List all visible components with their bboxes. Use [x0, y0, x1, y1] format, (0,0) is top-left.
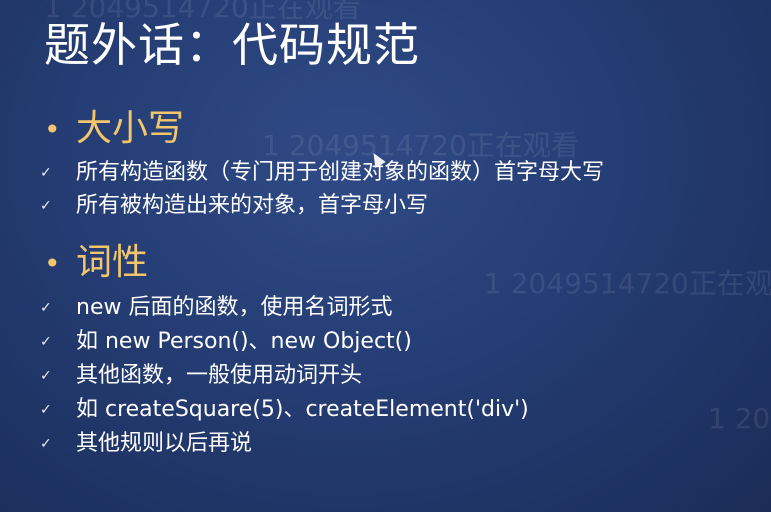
- checkmark-icon: ✓: [40, 368, 52, 384]
- checkmark-icon: ✓: [40, 402, 52, 418]
- list-item-text: 如 new Person()、new Object(): [76, 329, 412, 354]
- bullet-dot-icon: •: [44, 246, 61, 280]
- checkmark-icon: ✓: [40, 334, 52, 350]
- list-item-text: 所有被构造出来的对象，首字母小写: [76, 193, 429, 218]
- list-item: ✓ new 后面的函数，使用名词形式: [40, 289, 392, 321]
- list-item: ✓ 其他函数，一般使用动词开头: [40, 357, 362, 389]
- section-label: 大小写: [76, 108, 185, 149]
- checkmark-icon: ✓: [40, 436, 52, 452]
- presentation-slide: 1 2049514720正在观看 1 2049514720正在观看 1 2049…: [0, 0, 771, 512]
- checkmark-icon: ✓: [40, 198, 52, 214]
- section-heading: • 大小写: [44, 106, 184, 152]
- list-item-text: 其他函数，一般使用动词开头: [76, 363, 363, 388]
- list-item: ✓ 所有构造函数（专门用于创建对象的函数）首字母大写: [40, 154, 604, 186]
- list-item-text: 其他规则以后再说: [76, 431, 253, 456]
- list-item-text: new 后面的函数，使用名词形式: [76, 295, 393, 320]
- section-heading: • 词性: [44, 240, 148, 286]
- slide-title: 题外话：代码规范: [44, 18, 420, 72]
- watermark-text: 1 2049514720正在观: [484, 267, 771, 300]
- watermark-text: 1 20: [708, 402, 771, 435]
- section-label: 词性: [76, 242, 149, 283]
- checkmark-icon: ✓: [40, 300, 52, 316]
- checkmark-icon: ✓: [40, 165, 52, 181]
- bullet-dot-icon: •: [44, 112, 61, 146]
- list-item: ✓ 如 createSquare(5)、createElement('div'): [40, 391, 529, 423]
- list-item: ✓ 其他规则以后再说: [40, 425, 252, 457]
- list-item: ✓ 如 new Person()、new Object(): [40, 323, 412, 355]
- list-item-text: 如 createSquare(5)、createElement('div'): [76, 397, 529, 422]
- list-item: ✓ 所有被构造出来的对象，首字母小写: [40, 187, 428, 219]
- list-item-text: 所有构造函数（专门用于创建对象的函数）首字母大写: [76, 160, 605, 185]
